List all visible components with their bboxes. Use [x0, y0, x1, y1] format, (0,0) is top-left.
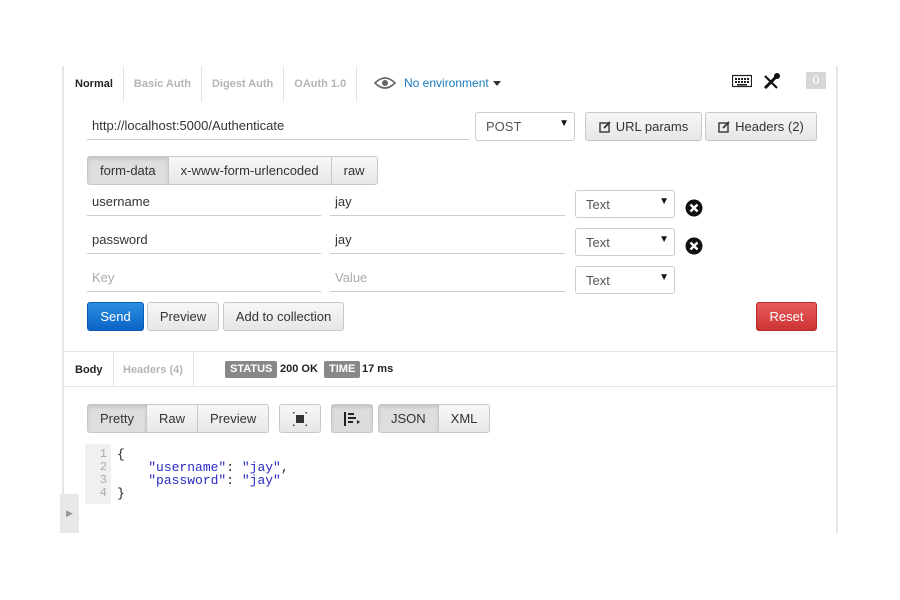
status-value: 200 OK: [280, 363, 318, 375]
line-number: 4: [99, 486, 107, 500]
tab-basic-auth[interactable]: Basic Auth: [124, 66, 202, 102]
chevron-down-icon: ▼: [559, 118, 569, 129]
view-raw[interactable]: Raw: [146, 405, 198, 432]
format-selector: JSON XML: [378, 404, 491, 433]
wrap-lines-icon: [344, 411, 360, 426]
form-value-input[interactable]: [330, 226, 565, 254]
form-value-input[interactable]: [330, 188, 565, 216]
add-to-collection-button[interactable]: Add to collection: [223, 302, 344, 331]
view-preview[interactable]: Preview: [197, 405, 269, 432]
app-window: Normal Basic Auth Digest Auth OAuth 1.0 …: [62, 66, 838, 533]
form-type-select[interactable]: Text ▼: [575, 228, 675, 256]
body-type-form-data[interactable]: form-data: [88, 157, 169, 184]
code-line: }: [117, 487, 125, 500]
response-bar: Body Headers (4) STATUS 200 OK TIME 17 m…: [64, 351, 836, 387]
json-separator: :: [226, 473, 242, 488]
wrap-toggle-button[interactable]: [331, 404, 373, 433]
response-tab-headers[interactable]: Headers (4): [114, 352, 194, 387]
headers-button[interactable]: Headers (2): [705, 112, 817, 141]
json-comma: ,: [280, 460, 289, 475]
chevron-down-icon: [492, 80, 501, 86]
method-select[interactable]: POST ▼: [475, 112, 575, 141]
time-badge: TIME: [324, 361, 361, 378]
chevron-down-icon: ▼: [659, 272, 669, 283]
send-button[interactable]: Send: [87, 302, 144, 331]
body-type-selector: form-data x-www-form-urlencoded raw: [87, 156, 378, 185]
auth-tabs: Normal Basic Auth Digest Auth OAuth 1.0: [64, 66, 358, 102]
url-params-button[interactable]: URL params: [585, 112, 702, 141]
response-tab-body[interactable]: Body: [64, 352, 114, 387]
form-type-value: Text: [586, 197, 610, 212]
url-params-label: URL params: [615, 119, 689, 134]
tab-normal[interactable]: Normal: [64, 66, 124, 102]
form-key-input[interactable]: [87, 188, 321, 216]
new-value-input[interactable]: [330, 264, 565, 292]
new-type-value: Text: [586, 273, 610, 288]
reset-button[interactable]: Reset: [756, 302, 817, 331]
view-pretty[interactable]: Pretty: [88, 405, 147, 432]
json-key: "password": [148, 473, 227, 488]
environment-label: No environment: [404, 76, 489, 90]
chevron-right-icon: ▶: [66, 508, 73, 518]
eye-icon: [374, 77, 396, 89]
form-key-input[interactable]: [87, 226, 321, 254]
notification-counter[interactable]: 0: [806, 72, 826, 89]
method-value: POST: [486, 119, 522, 134]
headers-label: Headers (2): [735, 119, 804, 134]
chevron-down-icon: ▼: [659, 234, 669, 245]
edit-icon: [599, 120, 611, 133]
code-line: "password": "jay": [117, 474, 281, 487]
remove-row-icon[interactable]: [685, 237, 703, 255]
edit-icon: [718, 120, 730, 133]
body-type-raw[interactable]: raw: [331, 157, 377, 184]
form-type-select[interactable]: Text ▼: [575, 190, 675, 218]
time-value: 17 ms: [362, 363, 394, 375]
response-view-selector: Pretty Raw Preview: [87, 404, 270, 433]
json-value: "jay": [241, 473, 281, 488]
sidebar-toggle-button[interactable]: ▶: [60, 494, 79, 533]
remove-row-icon[interactable]: [685, 199, 703, 217]
keyboard-icon[interactable]: [732, 73, 752, 89]
expand-icon: [293, 411, 307, 426]
tab-oauth[interactable]: OAuth 1.0: [284, 66, 358, 102]
chevron-down-icon: ▼: [659, 196, 669, 207]
form-type-value: Text: [586, 235, 610, 250]
new-type-select[interactable]: Text ▼: [575, 266, 675, 294]
toolbar-right: 0: [732, 72, 826, 89]
url-input[interactable]: [87, 112, 469, 140]
format-json[interactable]: JSON: [379, 405, 439, 432]
body-type-urlencoded[interactable]: x-www-form-urlencoded: [168, 157, 332, 184]
code-brace: }: [117, 486, 125, 501]
preview-button[interactable]: Preview: [147, 302, 219, 331]
response-code-viewer[interactable]: 1 2 3 4 { "username": "jay", "password":…: [85, 444, 505, 504]
new-key-input[interactable]: [87, 264, 321, 292]
status-badge: STATUS: [225, 361, 278, 378]
fullscreen-button[interactable]: [279, 404, 321, 433]
environment-selector[interactable]: No environment: [374, 76, 501, 90]
tools-icon[interactable]: [762, 72, 782, 89]
tab-digest-auth[interactable]: Digest Auth: [202, 66, 285, 102]
format-xml[interactable]: XML: [438, 405, 490, 432]
